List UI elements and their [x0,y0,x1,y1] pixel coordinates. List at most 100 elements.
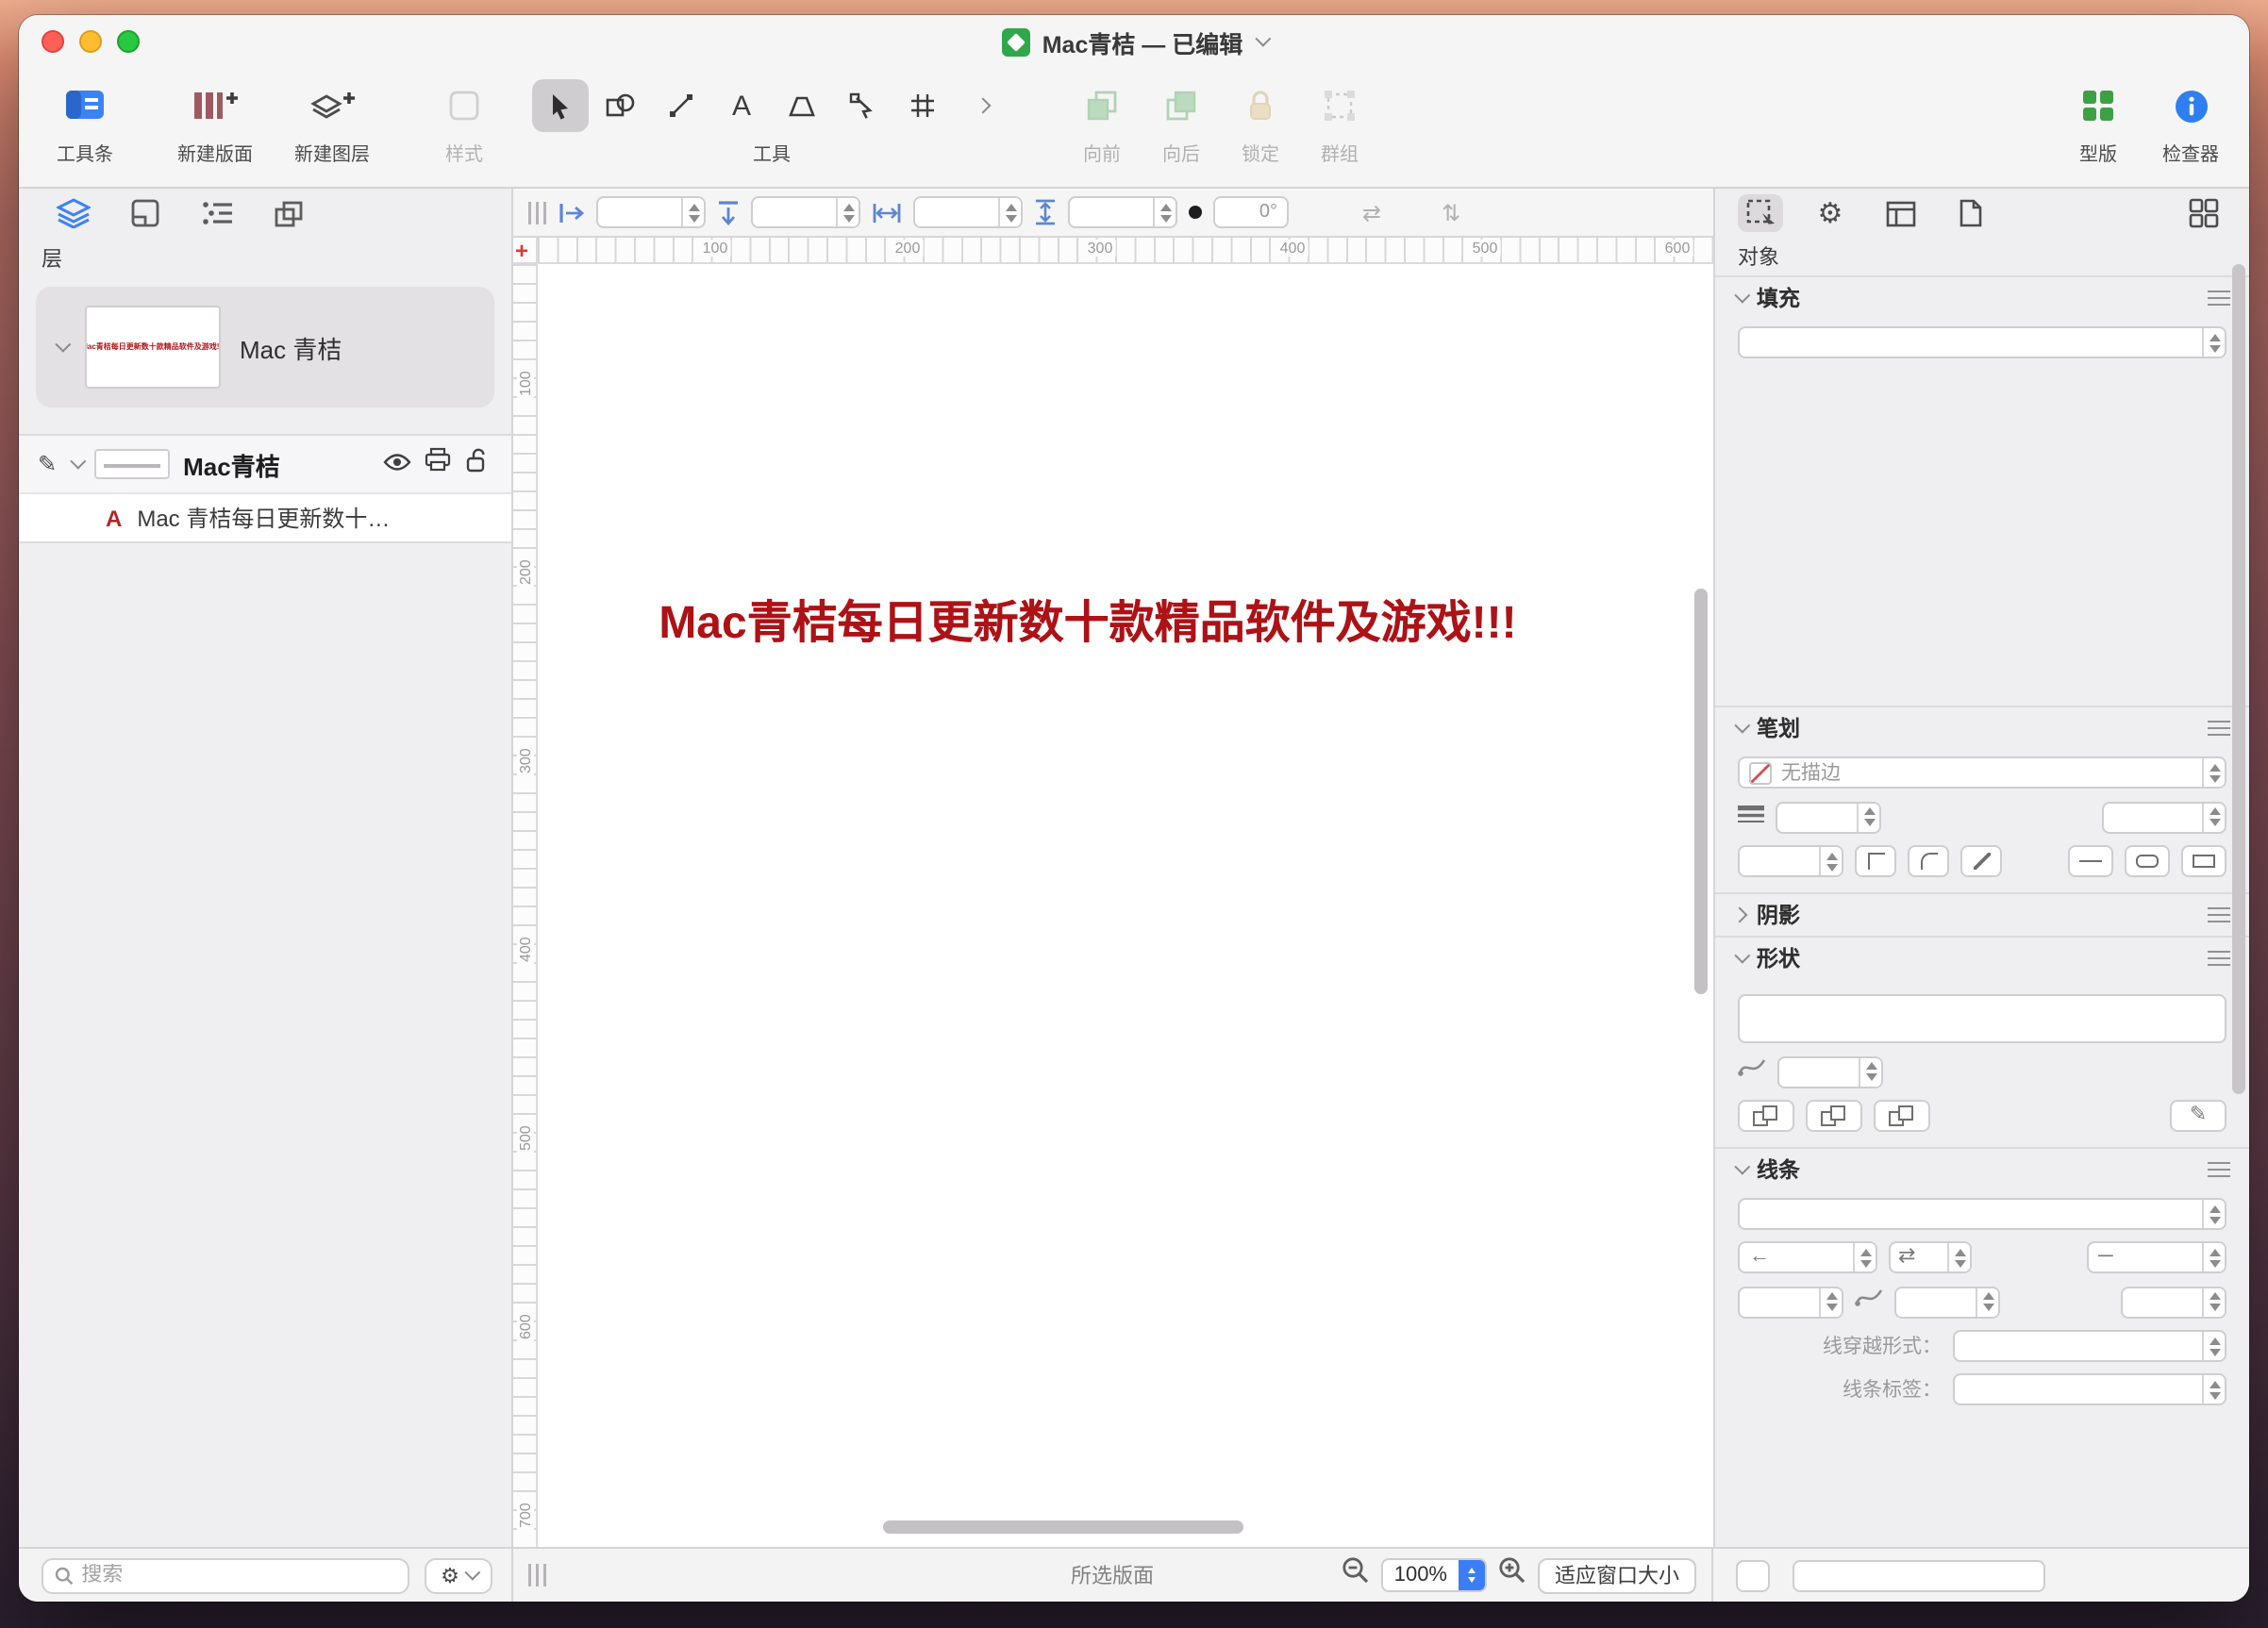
lock-button[interactable]: 锁定 [1242,79,1279,166]
object-inspector-tab-icon[interactable] [1738,194,1783,232]
outline-tab-icon[interactable] [196,194,238,232]
layer-row[interactable]: ✎ Mac青桔 [19,436,511,492]
x-position-field[interactable] [596,196,706,228]
line-menu-icon[interactable] [2208,1162,2230,1165]
shadow-menu-icon[interactable] [2208,907,2230,910]
fill-section-header[interactable]: 填充 [1715,277,2249,319]
shape-draw-tool-button[interactable] [774,79,830,132]
new-layer-button[interactable]: 新建图层 [294,79,370,166]
layer-options-gear-button[interactable]: ⚙ [425,1557,492,1593]
more-tools-chevron-icon[interactable] [955,79,1011,132]
line-tool-button[interactable] [653,79,709,132]
shape-intersect-button[interactable] [1874,1100,1930,1132]
inspector-scrollbar-thumb[interactable] [2232,264,2245,1094]
close-button[interactable] [42,30,64,53]
shape-edit-button[interactable]: ✎ [2170,1100,2226,1132]
line-curviness-field[interactable] [1894,1286,2000,1318]
stroke-box-button[interactable] [2181,845,2226,877]
text-tool-button[interactable]: A [713,79,770,132]
line-tag-dropdown[interactable] [1953,1373,2226,1405]
new-canvas-button[interactable]: 新建版面 [177,79,253,166]
search-field[interactable] [42,1557,409,1593]
canvas-disclosure-chevron-icon[interactable] [55,337,71,353]
line-scale-field[interactable] [1738,1286,1843,1318]
shape-subtract-button[interactable] [1806,1100,1862,1132]
zoom-out-icon[interactable] [1342,1556,1370,1594]
stroke-line-style-button[interactable] [2068,845,2113,877]
document-inspector-tab-icon[interactable] [1947,194,1993,232]
line-type-dropdown[interactable] [1738,1198,2226,1230]
flip-horizontal-button[interactable]: ⇄ [1357,199,1387,225]
line-swap-arrows-dropdown[interactable]: ⇄ [1889,1241,1972,1273]
y-position-stepper[interactable] [836,198,859,226]
zoom-stepper[interactable] [1459,1560,1485,1590]
line-start-arrow-dropdown[interactable]: ← [1738,1241,1877,1273]
style-button[interactable]: 样式 [445,79,483,166]
rotation-dial-icon[interactable] [1189,206,1202,219]
stroke-menu-icon[interactable] [2208,721,2230,723]
canvas-inspector-tab-icon[interactable] [1877,194,1923,232]
statusbar-drag-handle[interactable] [528,1564,547,1586]
inspector-footer-toggle-field[interactable] [1736,1559,1770,1591]
width-field[interactable] [913,196,1023,228]
properties-gear-tab-icon[interactable]: ⚙ [1808,194,1853,232]
line-crossing-dropdown[interactable] [1953,1330,2226,1362]
stencils-button[interactable]: 型版 [2079,79,2117,166]
height-stepper[interactable] [1153,198,1176,226]
stroke-section-header[interactable]: 笔划 [1715,707,2249,749]
rotation-field[interactable]: 0° [1213,196,1289,228]
zoom-level-control[interactable]: 100% [1381,1558,1487,1592]
canvases-tab-icon[interactable] [125,194,166,232]
stroke-type-dropdown[interactable]: 无描边 [1738,756,2226,789]
flip-vertical-button[interactable]: ⇅ [1436,199,1466,225]
shape-curviness-field[interactable] [1777,1055,1883,1088]
group-button[interactable]: 群组 [1321,79,1359,166]
title-bar[interactable]: Mac青桔 — 已编辑 [19,15,2249,68]
shape-menu-icon[interactable] [2208,951,2230,954]
line-end-arrow-dropdown[interactable]: ─ [2087,1241,2226,1273]
send-backward-button[interactable]: 向后 [1162,79,1200,166]
line-jump-field[interactable] [2121,1286,2226,1318]
layer-visibility-eye-icon[interactable] [383,447,411,481]
shape-union-button[interactable] [1738,1100,1794,1132]
corner-radius-field[interactable] [1738,845,1843,877]
bring-forward-button[interactable]: 向前 [1083,79,1121,166]
width-stepper[interactable] [998,198,1021,226]
stroke-pattern-dropdown[interactable] [2102,801,2226,833]
vertical-scrollbar-thumb[interactable] [1694,589,1708,994]
zoom-in-icon[interactable] [1498,1556,1526,1594]
stroke-thickness-field[interactable] [1776,801,1881,833]
inspector-layout-grid-icon[interactable] [2181,194,2226,232]
x-position-stepper[interactable] [681,198,704,226]
line-section-header[interactable]: 线条 [1715,1149,2249,1190]
formatbar-drag-handle[interactable] [528,201,547,224]
object-row[interactable]: A Mac 青桔每日更新数十… [19,492,511,541]
horizontal-scrollbar-thumb[interactable] [883,1520,1243,1534]
drawing-canvas[interactable]: Mac青桔每日更新数十款精品软件及游戏!!! [538,264,1713,1547]
toggle-toolbar-button[interactable]: 工具条 [57,79,113,166]
y-position-field[interactable] [751,196,860,228]
shape-tool-button[interactable] [592,79,649,132]
height-field[interactable] [1068,196,1177,228]
fill-menu-icon[interactable] [2208,291,2230,293]
layer-disclosure-chevron-icon[interactable] [70,454,86,470]
canvas-text-object[interactable]: Mac青桔每日更新数十款精品软件及游戏!!! [538,585,1638,651]
inspector-footer-search-field[interactable] [1793,1559,2045,1591]
stroke-rounded-box-button[interactable] [2125,845,2170,877]
layer-print-icon[interactable] [425,447,451,481]
zoom-button[interactable] [117,30,140,53]
corner-chamfer-button[interactable] [1960,845,2002,877]
minimize-button[interactable] [79,30,102,53]
objects-tab-icon[interactable] [268,194,309,232]
title-chevron-down-icon[interactable] [1255,31,1271,47]
search-input[interactable] [81,1564,396,1586]
inspector-button[interactable]: 检查器 [2162,79,2219,166]
fit-window-button[interactable]: 适应窗口大小 [1538,1557,1696,1593]
corner-rounded-button[interactable] [1908,845,1949,877]
layers-tab-icon[interactable] [53,194,94,232]
corner-sharp-button[interactable] [1855,845,1896,877]
point-edit-tool-button[interactable] [834,79,891,132]
fill-type-dropdown[interactable] [1738,326,2226,358]
shape-preview-well[interactable] [1738,994,2226,1043]
canvas-list-item[interactable]: Mac青桔每日更新数十款精品软件及游戏!!! Mac 青桔 [36,287,494,407]
